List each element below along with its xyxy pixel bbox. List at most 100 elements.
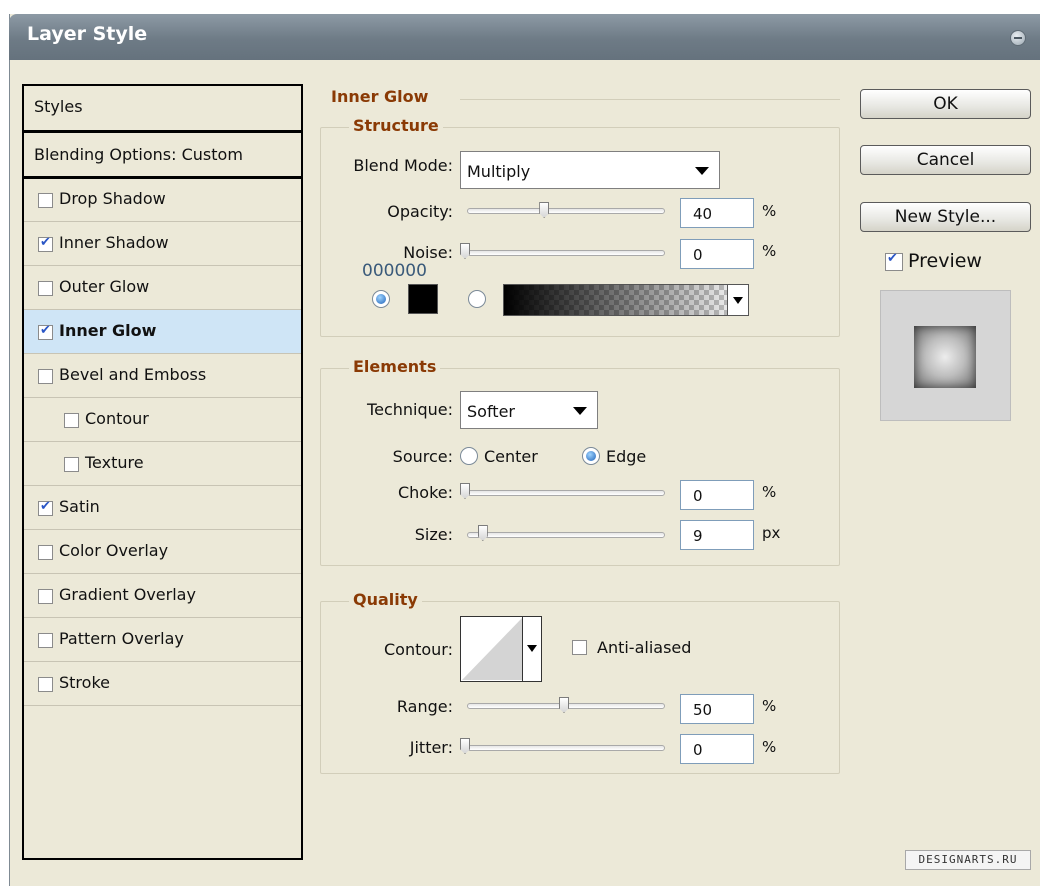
style-checkbox[interactable] bbox=[38, 281, 53, 296]
source-label: Source: bbox=[392, 447, 453, 466]
color-hex-readout: 000000 bbox=[362, 261, 427, 281]
blend-mode-select[interactable]: Multiply bbox=[460, 151, 720, 189]
style-item-gradient-overlay[interactable]: Gradient Overlay bbox=[24, 574, 301, 618]
technique-value: Softer bbox=[467, 402, 515, 421]
style-item-label: Outer Glow bbox=[59, 277, 150, 296]
style-item-label: Stroke bbox=[59, 673, 110, 692]
noise-input[interactable]: 0 bbox=[680, 239, 754, 269]
style-item-label: Gradient Overlay bbox=[59, 585, 196, 604]
choke-label: Choke: bbox=[397, 483, 453, 502]
range-unit: % bbox=[762, 697, 777, 715]
style-item-inner-glow[interactable]: Inner Glow bbox=[24, 310, 301, 354]
gradient-radio[interactable] bbox=[468, 290, 486, 308]
source-edge-label: Edge bbox=[606, 447, 647, 466]
blending-options-label: Blending Options: Custom bbox=[34, 145, 243, 164]
structure-title: Structure bbox=[349, 116, 443, 135]
title-bar[interactable]: Layer Style bbox=[9, 14, 1040, 60]
style-item-pattern-overlay[interactable]: Pattern Overlay bbox=[24, 618, 301, 662]
style-checkbox[interactable] bbox=[38, 589, 53, 604]
technique-label: Technique: bbox=[367, 400, 453, 419]
noise-slider[interactable] bbox=[467, 250, 665, 256]
opacity-slider[interactable] bbox=[467, 208, 665, 214]
style-item-outer-glow[interactable]: Outer Glow bbox=[24, 266, 301, 310]
style-item-contour[interactable]: Contour bbox=[24, 398, 301, 442]
style-checkbox[interactable] bbox=[64, 413, 79, 428]
styles-header[interactable]: Styles bbox=[24, 86, 301, 130]
style-item-satin[interactable]: Satin bbox=[24, 486, 301, 530]
style-item-label: Contour bbox=[85, 409, 149, 428]
style-item-label: Pattern Overlay bbox=[59, 629, 184, 648]
contour-picker[interactable] bbox=[460, 616, 542, 682]
choke-unit: % bbox=[762, 483, 777, 501]
chevron-down-icon bbox=[695, 167, 709, 175]
anti-aliased-checkbox[interactable] bbox=[572, 640, 587, 655]
noise-label: Noise: bbox=[403, 243, 453, 262]
preview-label: Preview bbox=[908, 250, 982, 272]
style-checkbox[interactable] bbox=[38, 633, 53, 648]
size-slider[interactable] bbox=[467, 532, 665, 538]
style-item-label: Inner Shadow bbox=[59, 233, 169, 252]
style-item-label: Satin bbox=[59, 497, 100, 516]
jitter-slider[interactable] bbox=[467, 745, 665, 751]
jitter-input[interactable]: 0 bbox=[680, 734, 754, 764]
divider bbox=[24, 130, 301, 133]
new-style-button[interactable]: New Style... bbox=[860, 202, 1031, 232]
style-checkbox[interactable] bbox=[38, 369, 53, 384]
watermark: DESIGNARTS.RU bbox=[905, 850, 1031, 870]
source-center-radio[interactable] bbox=[460, 447, 478, 465]
opacity-label: Opacity: bbox=[387, 202, 453, 221]
style-item-label: Inner Glow bbox=[59, 321, 157, 340]
jitter-label: Jitter: bbox=[409, 738, 453, 757]
solid-color-radio[interactable] bbox=[372, 290, 390, 308]
style-item-texture[interactable]: Texture bbox=[24, 442, 301, 486]
divider bbox=[460, 99, 840, 100]
gradient-picker[interactable] bbox=[503, 284, 749, 316]
chevron-down-icon bbox=[733, 297, 743, 304]
style-item-label: Bevel and Emboss bbox=[59, 365, 207, 384]
style-checkbox[interactable] bbox=[38, 499, 53, 516]
cancel-button[interactable]: Cancel bbox=[860, 145, 1031, 175]
style-checkbox[interactable] bbox=[38, 677, 53, 692]
size-label: Size: bbox=[414, 525, 453, 544]
section-title-inner-glow: Inner Glow bbox=[327, 87, 433, 106]
style-checkbox[interactable] bbox=[64, 457, 79, 472]
style-checkbox[interactable] bbox=[38, 235, 53, 252]
style-checkbox[interactable] bbox=[38, 193, 53, 208]
styles-list: Styles Blending Options: Custom Drop Sha… bbox=[22, 84, 303, 860]
contour-curve-icon bbox=[462, 618, 522, 680]
opacity-input[interactable]: 40 bbox=[680, 198, 754, 228]
style-item-bevel-and-emboss[interactable]: Bevel and Emboss bbox=[24, 354, 301, 398]
style-item-drop-shadow[interactable]: Drop Shadow bbox=[24, 178, 301, 222]
style-checkbox[interactable] bbox=[38, 545, 53, 560]
minimize-icon[interactable] bbox=[1010, 30, 1026, 46]
style-item-color-overlay[interactable]: Color Overlay bbox=[24, 530, 301, 574]
style-item-label: Drop Shadow bbox=[59, 189, 166, 208]
range-label: Range: bbox=[396, 697, 453, 716]
opacity-unit: % bbox=[762, 202, 777, 220]
blend-mode-value: Multiply bbox=[467, 162, 531, 181]
choke-input[interactable]: 0 bbox=[680, 480, 754, 510]
style-item-stroke[interactable]: Stroke bbox=[24, 662, 301, 706]
choke-slider[interactable] bbox=[467, 490, 665, 496]
contour-label: Contour: bbox=[384, 640, 453, 659]
styles-header-label: Styles bbox=[34, 97, 83, 116]
size-input[interactable]: 9 bbox=[680, 520, 754, 550]
style-checkbox[interactable] bbox=[38, 323, 53, 340]
preview-swatch bbox=[914, 326, 976, 388]
glow-color-swatch[interactable] bbox=[408, 284, 438, 314]
range-input[interactable]: 50 bbox=[680, 694, 754, 724]
contour-dropdown-button[interactable] bbox=[522, 617, 541, 681]
style-item-label: Texture bbox=[85, 453, 144, 472]
source-edge-radio[interactable] bbox=[582, 447, 600, 465]
technique-select[interactable]: Softer bbox=[460, 391, 598, 429]
blend-mode-label: Blend Mode: bbox=[353, 156, 453, 175]
window-title: Layer Style bbox=[27, 23, 148, 45]
elements-title: Elements bbox=[349, 357, 441, 376]
style-item-inner-shadow[interactable]: Inner Shadow bbox=[24, 222, 301, 266]
ok-button[interactable]: OK bbox=[860, 89, 1031, 119]
gradient-dropdown-button[interactable] bbox=[727, 285, 748, 315]
blending-options[interactable]: Blending Options: Custom bbox=[24, 134, 301, 178]
jitter-unit: % bbox=[762, 738, 777, 756]
preview-checkbox[interactable] bbox=[885, 251, 903, 271]
size-unit: px bbox=[762, 524, 781, 542]
